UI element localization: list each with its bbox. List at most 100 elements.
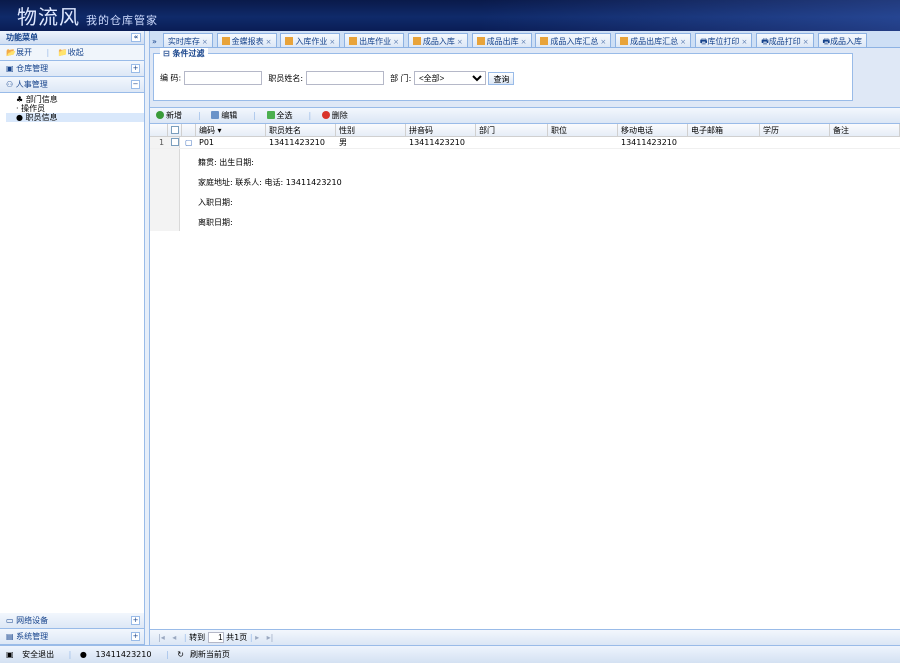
tab-icon [349,37,358,45]
logout-icon: ▣ [6,650,14,659]
query-button[interactable]: 查询 [488,71,515,85]
name-label: 职员姓名: [268,73,304,83]
tab-10[interactable]: 🖶成品入库 [817,33,868,47]
close-icon[interactable]: × [600,38,606,46]
col-gender[interactable]: 性别 [336,124,406,137]
tab-icon [620,37,629,45]
expand-icon[interactable]: + [131,64,140,73]
tree-item-staff[interactable]: ● 职员信息 [6,113,144,122]
tab-8[interactable]: 🖶库位打印 × [694,33,753,47]
col-note[interactable]: 备注 [830,124,900,137]
close-icon[interactable]: × [803,38,809,46]
collapse-sidebar-icon[interactable]: « [131,33,141,42]
next-page-icon[interactable]: ▸ [255,633,259,642]
node-icon: · [16,104,19,113]
collapse-all-button[interactable]: 📁收起 [58,48,90,57]
col-email[interactable]: 电子邮箱 [688,124,760,137]
detail-line-4: 离职日期: [198,218,233,227]
filter-panel: ⊟ 条件过滤 编 码: 职员姓名: 部 门: <全部> 查询 [153,48,853,101]
grid-toolbar: 新增 | 编辑 | 全选 | 删除 [150,108,900,124]
logout-button[interactable]: ▣ 安全退出 [6,650,60,659]
tab-4[interactable]: 成品入库 × [407,33,468,47]
select-all-button[interactable]: 全选 [266,111,301,120]
col-dept[interactable]: 部门 [476,124,548,137]
tab-icon [412,37,421,45]
expand-icon[interactable]: + [131,616,140,625]
network-icon: ▭ [6,616,17,625]
sidebar-header: 功能菜单 « [0,31,144,45]
warehouse-icon: ▣ [6,64,17,73]
close-icon[interactable]: × [202,38,208,46]
tree-item-dept[interactable]: ♣ 部门信息 [6,95,144,104]
sidebar: 功能菜单 « 📂展开 | 📁收起 ▣ 仓库管理 + ⚇ 人事管理 − ♣ 部门信… [0,31,145,645]
name-input[interactable] [305,71,384,85]
expand-row-icon[interactable]: ▢ [182,137,196,149]
sidebar-group-hr[interactable]: ⚇ 人事管理 − [0,77,144,93]
sidebar-group-warehouse[interactable]: ▣ 仓库管理 + [0,61,144,77]
sidebar-toolbar: 📂展开 | 📁收起 [0,45,144,61]
people-icon: ⚇ [6,80,16,89]
tab-2[interactable]: 入库作业 × [280,33,341,47]
first-page-icon[interactable]: |◂ [158,633,165,642]
close-icon[interactable]: × [266,38,272,46]
table-row[interactable]: 1 ▢ P01 13411423210 男 13411423210 134114… [150,137,900,149]
tab-1[interactable]: 金蝶报表 × [216,33,277,47]
close-icon[interactable]: × [393,38,399,46]
status-bar: ▣ 安全退出 | ● 13411423210 | ↻ 刷新当前页 [0,645,900,663]
refresh-icon: ↻ [177,650,184,659]
dept-select[interactable]: <全部> [413,71,486,85]
tab-9[interactable]: 🖶成品打印 × [756,33,814,47]
col-mobile[interactable]: 移动电话 [618,124,688,137]
last-page-icon[interactable]: ▸| [267,633,274,642]
add-button[interactable]: 新增 [156,111,190,120]
filter-title[interactable]: ⊟ 条件过滤 [160,48,208,59]
sidebar-header-label: 功能菜单 [6,33,38,42]
row-number-column [150,137,180,231]
refresh-button[interactable]: ↻ 刷新当前页 [177,650,236,659]
row-checkbox[interactable] [171,138,179,146]
collapse-icon[interactable]: − [131,80,140,89]
printer-icon: 🖶 [761,37,769,46]
col-code[interactable]: 编码 ▾ [196,124,266,137]
printer-icon: 🖶 [822,37,831,46]
delete-button[interactable]: 删除 [321,111,356,120]
row-detail: 籍贯: 出生日期: 家庭地址: 联系人: 电话: 13411423210 入职日… [198,156,342,236]
user-icon: ● [79,650,87,659]
col-pinyin[interactable]: 拼音码 [406,124,476,137]
tab-3[interactable]: 出库作业 × [344,33,404,47]
tab-0[interactable]: 实时库存 × [162,33,213,47]
page-total: 共1页 [226,633,248,642]
staff-grid: 新增 | 编辑 | 全选 | 删除 编码 ▾ 职员姓名 性别 拼音码 部门 职位 移动… [150,107,900,645]
page-input[interactable] [207,632,224,643]
col-name[interactable]: 职员姓名 [266,124,336,137]
dept-label: 部 门: [390,73,412,83]
close-icon[interactable]: × [680,38,686,46]
tab-5[interactable]: 成品出库 × [471,33,532,47]
col-education[interactable]: 学历 [760,124,830,137]
cell-name: 13411423210 [269,138,325,147]
banner-glow [480,0,900,31]
code-label: 编 码: [160,73,182,83]
col-position[interactable]: 职位 [548,124,618,137]
select-all-checkbox[interactable] [171,126,179,134]
close-icon[interactable]: × [741,38,747,46]
edit-button[interactable]: 编辑 [211,111,245,120]
sidebar-group-network[interactable]: ▭ 网络设备 + [0,613,144,629]
close-icon[interactable]: × [521,38,527,46]
close-icon[interactable]: × [329,38,335,46]
code-input[interactable] [183,71,262,85]
tab-icon [540,37,549,45]
app-banner: 物流风 我的仓库管家 [0,0,900,31]
prev-page-icon[interactable]: ◂ [172,633,176,642]
tab-7[interactable]: 成品出库汇总 × [615,33,691,47]
tree-item-operator[interactable]: · 操作员 [6,104,144,113]
close-icon[interactable]: × [457,38,463,46]
expand-icon[interactable]: + [131,632,140,641]
add-icon [156,111,164,119]
tab-6[interactable]: 成品入库汇总 × [535,33,612,47]
tab-scroll-left-icon[interactable]: » [152,37,160,46]
expand-all-button[interactable]: 📂展开 [6,48,38,57]
sidebar-group-system[interactable]: ▤ 系统管理 + [0,629,144,645]
cell-pinyin: 13411423210 [409,138,465,147]
tab-bar: » 实时库存 × 金蝶报表 × 入库作业 × 出库作业 × 成品入库 × 成品出库 × 成品… [150,31,900,48]
